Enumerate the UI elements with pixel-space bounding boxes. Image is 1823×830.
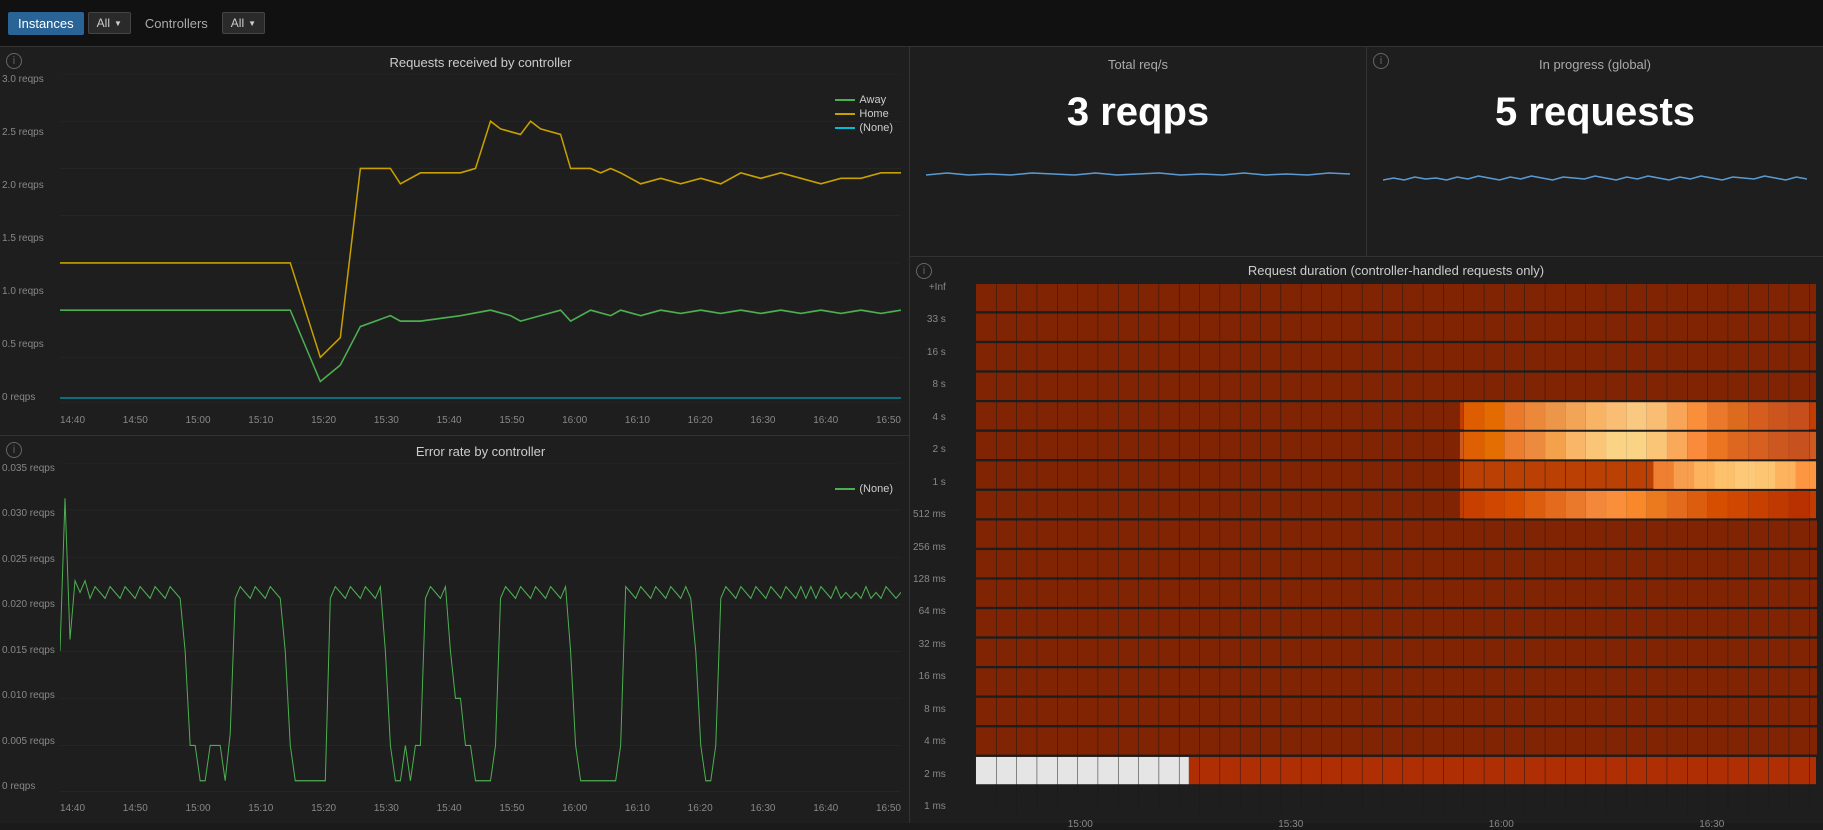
- heatmap-container: +Inf 33 s 16 s 8 s 4 s 2 s 1 s 512 ms 25…: [975, 282, 1817, 812]
- main-content: i Requests received by controller 3.0 re…: [0, 47, 1823, 823]
- heatmap-panel: i Request duration (controller-handled r…: [910, 257, 1823, 823]
- legend-none-error: (None): [835, 483, 893, 495]
- chart1-y-axis: 3.0 reqps 2.5 reqps 2.0 reqps 1.5 reqps …: [2, 74, 44, 404]
- sparkline1-svg: [926, 145, 1350, 205]
- chart1-svg: [60, 74, 901, 404]
- right-panel: Total req/s 3 reqps i In progress (globa…: [910, 47, 1823, 823]
- heatmap-title: Request duration (controller-handled req…: [975, 263, 1817, 278]
- total-reqps-title: Total req/s: [926, 57, 1350, 72]
- in-progress-title: In progress (global): [1383, 57, 1807, 72]
- top-bar: Instances All Controllers All: [0, 0, 1823, 47]
- chart2-svg: [60, 463, 901, 793]
- heatmap-svg: /* This won't execute in SVG context, so…: [975, 282, 1817, 812]
- info-icon-heatmap[interactable]: i: [916, 263, 932, 279]
- heatmap-y-labels: +Inf 33 s 16 s 8 s 4 s 2 s 1 s 512 ms 25…: [913, 282, 950, 812]
- requests-chart-panel: i Requests received by controller 3.0 re…: [0, 47, 909, 436]
- total-reqps-card: Total req/s 3 reqps: [910, 47, 1367, 256]
- error-chart-panel: i Error rate by controller 0.035 reqps 0…: [0, 436, 909, 824]
- stats-row: Total req/s 3 reqps i In progress (globa…: [910, 47, 1823, 257]
- in-progress-sparkline: [1383, 145, 1807, 246]
- info-icon-chart2[interactable]: i: [6, 442, 22, 458]
- sparkline2-svg: [1383, 145, 1807, 205]
- chart1-area: 3.0 reqps 2.5 reqps 2.0 reqps 1.5 reqps …: [60, 74, 901, 404]
- legend-home: Home: [835, 108, 893, 120]
- chart1-x-axis: 14:40 14:50 15:00 15:10 15:20 15:30 15:4…: [60, 415, 901, 426]
- instances-tab[interactable]: Instances: [8, 12, 84, 35]
- chart2-x-axis: 14:40 14:50 15:00 15:10 15:20 15:30 15:4…: [60, 803, 901, 814]
- legend-none: (None): [835, 122, 893, 134]
- heatmap-x-labels: 15:00 15:30 16:00 16:30: [975, 819, 1817, 830]
- chart2-area: 0.035 reqps 0.030 reqps 0.025 reqps 0.02…: [60, 463, 901, 793]
- chart2-title: Error rate by controller: [60, 444, 901, 459]
- instances-dropdown[interactable]: All: [88, 12, 131, 34]
- info-icon-chart1[interactable]: i: [6, 53, 22, 69]
- legend-away: Away: [835, 94, 893, 106]
- total-reqps-sparkline: [926, 145, 1350, 246]
- controllers-tab[interactable]: Controllers: [135, 12, 218, 35]
- controllers-dropdown[interactable]: All: [222, 12, 265, 34]
- chart1-legend: Away Home (None): [835, 94, 893, 136]
- left-panel: i Requests received by controller 3.0 re…: [0, 47, 910, 823]
- chart2-legend: (None): [835, 483, 893, 497]
- total-reqps-value: 3 reqps: [926, 90, 1350, 135]
- in-progress-card: i In progress (global) 5 requests: [1367, 47, 1823, 256]
- in-progress-value: 5 requests: [1383, 90, 1807, 135]
- chart2-y-axis: 0.035 reqps 0.030 reqps 0.025 reqps 0.02…: [2, 463, 55, 793]
- chart1-title: Requests received by controller: [60, 55, 901, 70]
- info-icon-stat2[interactable]: i: [1373, 53, 1389, 69]
